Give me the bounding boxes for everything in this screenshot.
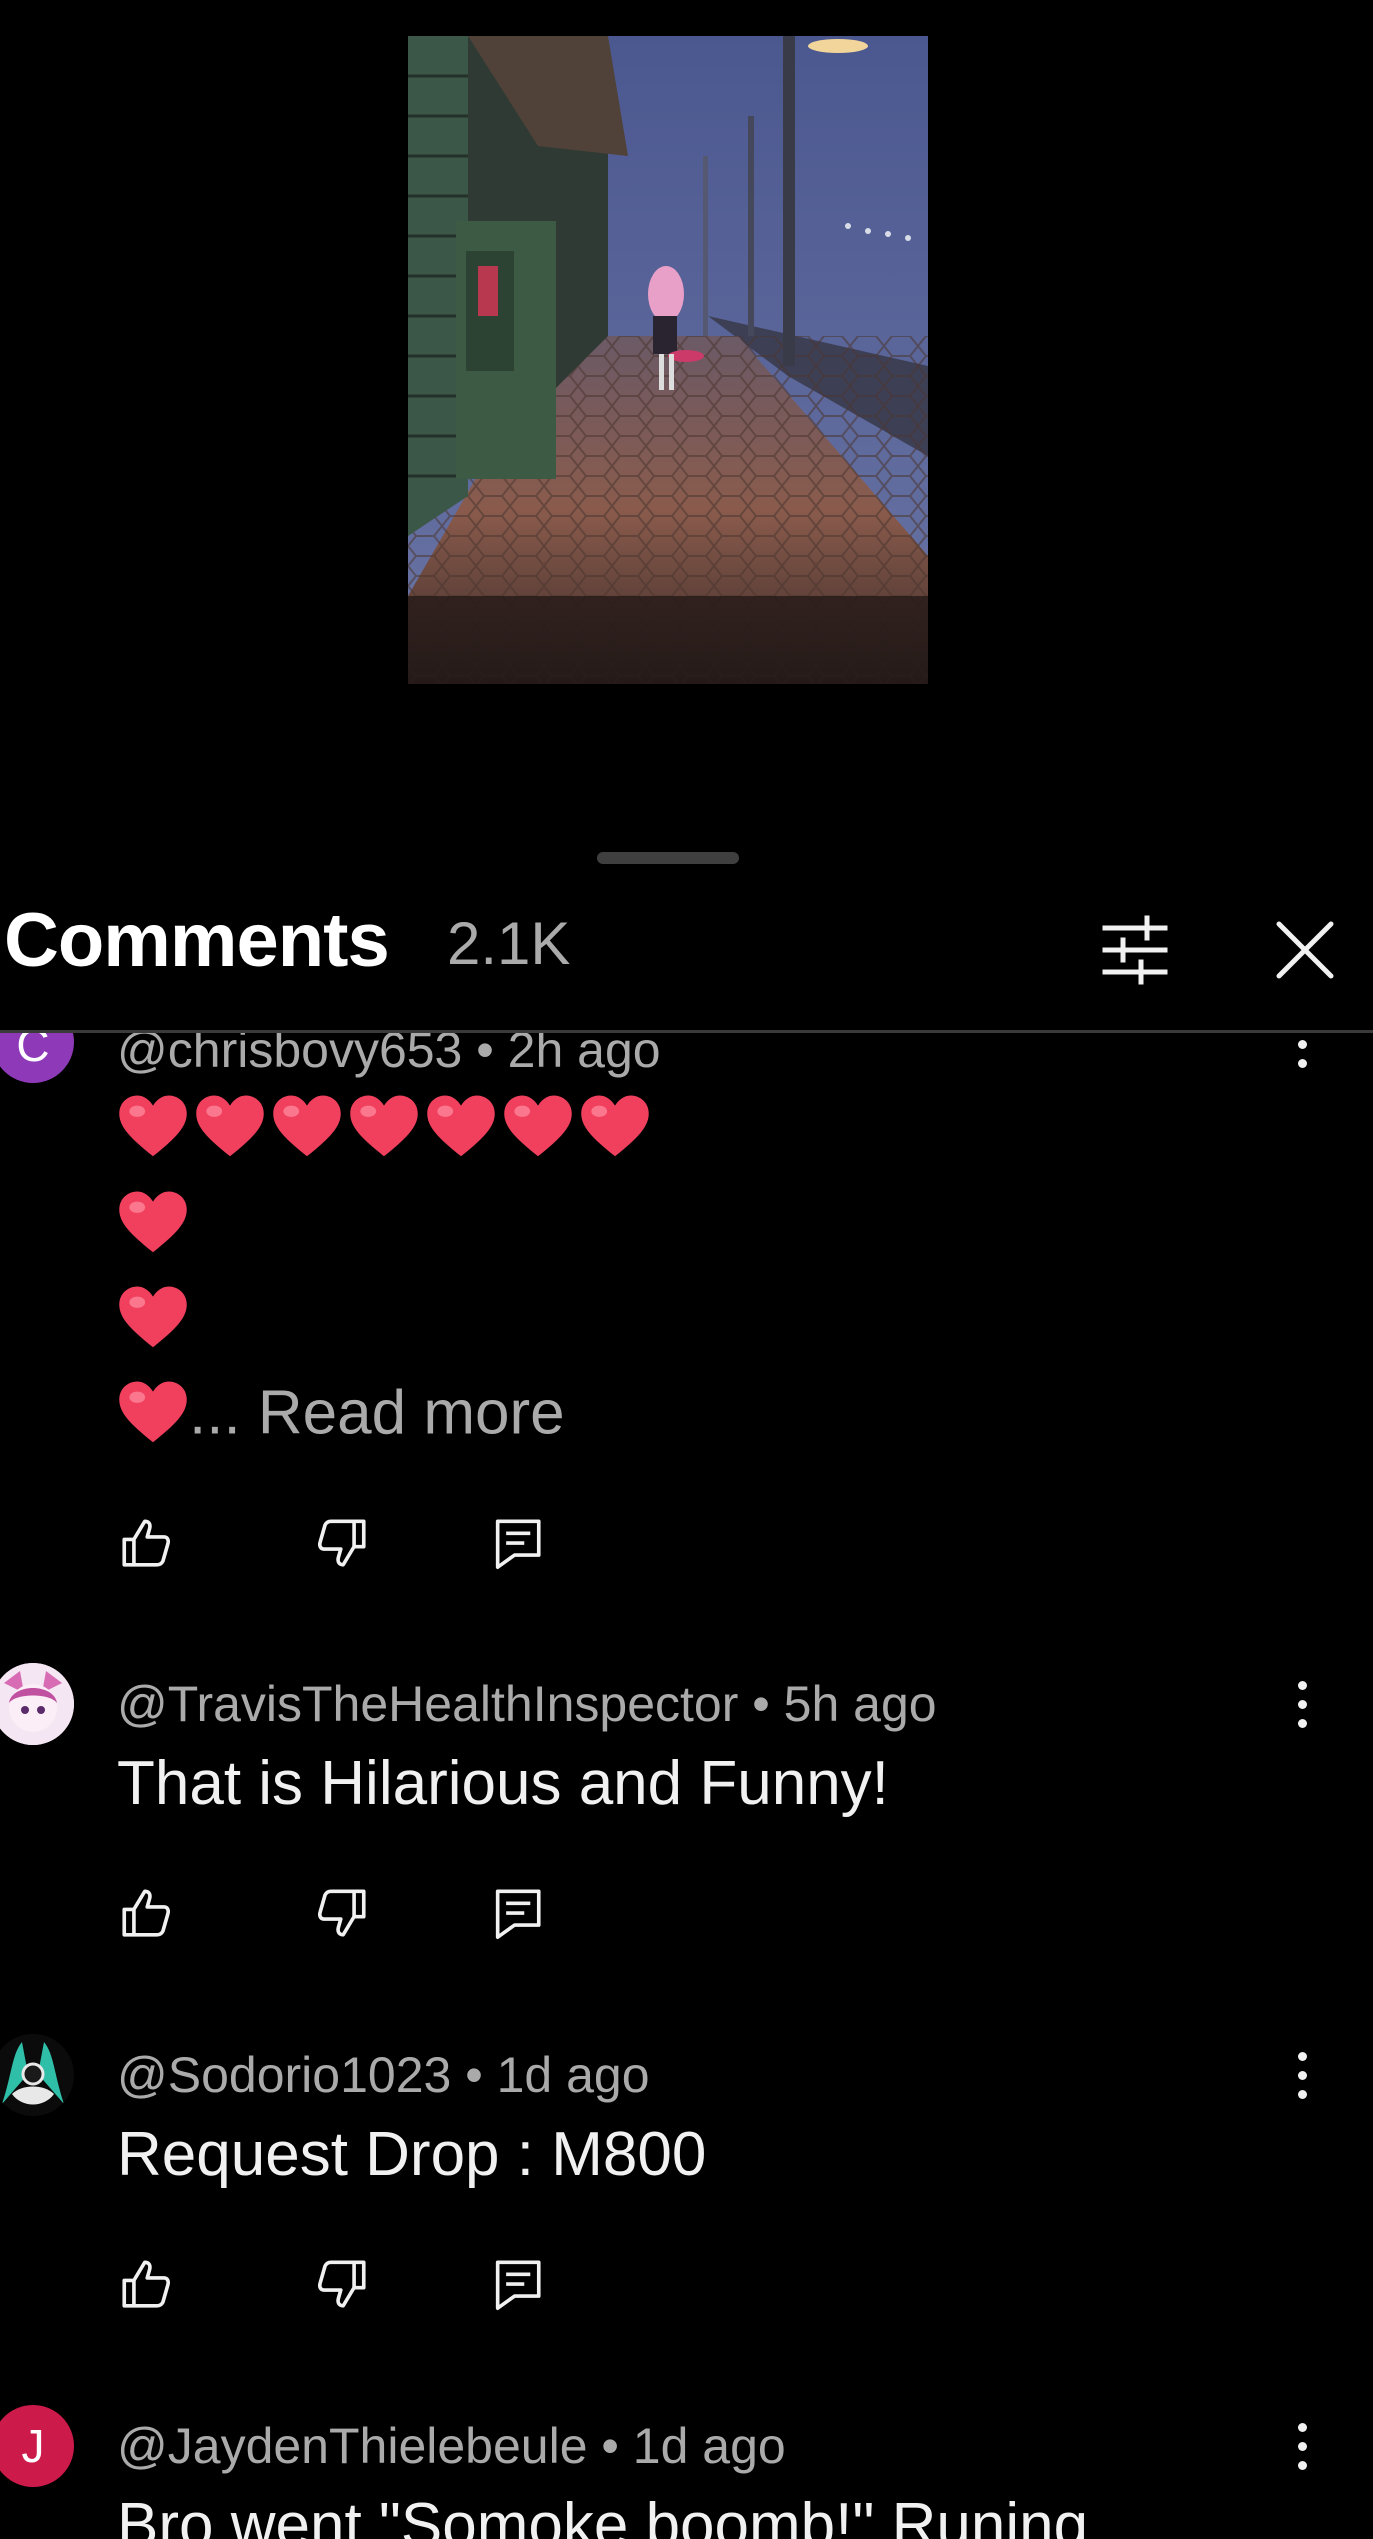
heart-emoji-icon bbox=[348, 1091, 420, 1163]
comment-body-line: ... Read more bbox=[117, 1377, 565, 1453]
video-player-area bbox=[0, 0, 1373, 830]
thumbs-down-icon[interactable] bbox=[313, 1884, 371, 1942]
heart-emoji-icon bbox=[194, 1091, 266, 1163]
avatar[interactable]: J bbox=[0, 2405, 74, 2487]
comments-screen: Comments 2.1K C @chrisbovy653 • 2h ago .… bbox=[0, 0, 1373, 2539]
heart-emoji-icon bbox=[425, 1091, 497, 1163]
heart-emoji-icon bbox=[502, 1091, 574, 1163]
thumbs-down-icon[interactable] bbox=[313, 2255, 371, 2313]
heart-emoji-icon bbox=[117, 1187, 189, 1259]
reply-icon[interactable] bbox=[488, 2255, 546, 2313]
heart-emoji-icon bbox=[117, 1377, 189, 1449]
thumbs-down-icon[interactable] bbox=[313, 1514, 371, 1572]
avatar[interactable]: C bbox=[0, 1033, 74, 1083]
heart-emoji-icon bbox=[579, 1091, 651, 1163]
comment-body: That is Hilarious and Funny! bbox=[117, 1749, 889, 1818]
comment-actions bbox=[117, 2255, 567, 2315]
reply-icon[interactable] bbox=[488, 1514, 546, 1572]
comment-body-line bbox=[117, 1091, 656, 1167]
heart-emoji-icon bbox=[271, 1091, 343, 1163]
more-vert-icon[interactable] bbox=[1277, 1675, 1329, 1735]
more-vert-icon[interactable] bbox=[1277, 2417, 1329, 2477]
sliders-icon[interactable] bbox=[1095, 910, 1175, 990]
comment-list[interactable]: C @chrisbovy653 • 2h ago ... Read more @… bbox=[0, 1033, 1373, 2539]
comment-author-meta[interactable]: @TravisTheHealthInspector • 5h ago bbox=[117, 1679, 937, 1729]
comment-body-line bbox=[117, 1187, 194, 1263]
heart-emoji-icon bbox=[117, 1282, 189, 1354]
read-more-link[interactable]: ... Read more bbox=[189, 1379, 565, 1448]
more-vert-icon[interactable] bbox=[1277, 1033, 1329, 1075]
more-vert-icon[interactable] bbox=[1277, 2046, 1329, 2106]
comment-author-meta[interactable]: @chrisbovy653 • 2h ago bbox=[117, 1033, 661, 1075]
thumbs-up-icon[interactable] bbox=[117, 1514, 175, 1572]
thumbs-up-icon[interactable] bbox=[117, 2255, 175, 2313]
reply-icon[interactable] bbox=[488, 1884, 546, 1942]
comment-author-meta[interactable]: @Sodorio1023 • 1d ago bbox=[117, 2050, 650, 2100]
video-thumbnail[interactable] bbox=[408, 36, 928, 684]
comment-body: Bro went "Somoke boomb!" Runing bbox=[117, 2491, 1089, 2539]
avatar[interactable] bbox=[0, 1663, 74, 1745]
comments-count: 2.1K bbox=[447, 910, 571, 977]
close-icon[interactable] bbox=[1265, 910, 1345, 990]
comment-body-line bbox=[117, 1282, 194, 1358]
avatar-letter: C bbox=[16, 1033, 50, 1071]
heart-emoji-icon bbox=[117, 1091, 189, 1163]
comment-actions bbox=[117, 1884, 567, 1944]
avatar-letter: J bbox=[21, 2420, 45, 2472]
comment-actions bbox=[117, 1514, 567, 1574]
thumbs-up-icon[interactable] bbox=[117, 1884, 175, 1942]
drag-handle[interactable] bbox=[597, 852, 739, 864]
comment-body: Request Drop : M800 bbox=[117, 2120, 707, 2189]
avatar[interactable] bbox=[0, 2034, 74, 2116]
comments-title: Comments bbox=[4, 898, 390, 983]
comment-author-meta[interactable]: @JaydenThielebeule • 1d ago bbox=[117, 2421, 786, 2471]
